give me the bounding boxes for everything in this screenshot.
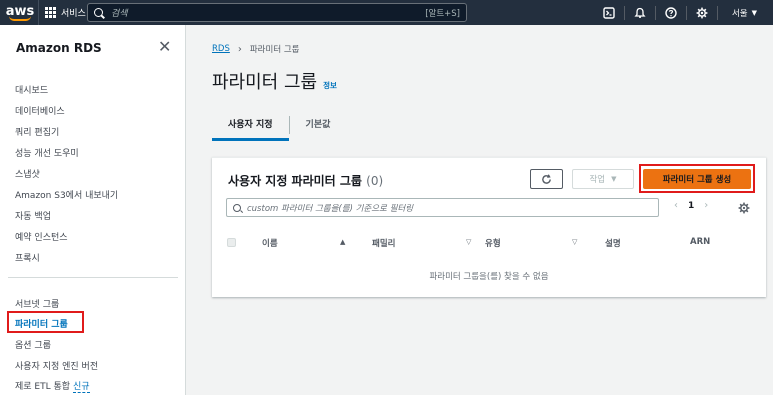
table-header: 이름 ▲ 패밀리 ▽ 유형 ▽ 설명 ARN	[212, 234, 766, 254]
sidebar-title: Amazon RDS	[16, 41, 102, 55]
sidebar-item-performance-insights[interactable]: 성능 개선 도우미	[15, 146, 79, 159]
highlight-box-sidebar	[7, 311, 84, 333]
cloudshell-button[interactable]	[594, 0, 624, 25]
settings-button[interactable]	[687, 0, 717, 25]
cloudshell-icon	[603, 6, 615, 19]
grid-menu-icon	[45, 7, 56, 18]
search-icon	[94, 8, 103, 17]
sidebar-item-automated-backups[interactable]: 자동 백업	[15, 209, 51, 222]
select-all-checkbox[interactable]	[227, 238, 236, 247]
pagination: ‹ 1 ›	[674, 200, 708, 211]
chevron-right-icon: ›	[237, 43, 242, 55]
help-icon	[665, 6, 677, 19]
sidebar-item-label: 제로 ETL 통합	[15, 382, 71, 392]
chevron-right-icon[interactable]: ›	[704, 200, 708, 211]
search-placeholder: 검색	[111, 9, 128, 19]
caret-down-icon: ▼	[611, 175, 617, 183]
global-search-input[interactable]: 검색 [알트+S]	[87, 3, 467, 22]
panel-title: 사용자 지정 파라미터 그룹 (0)	[228, 172, 383, 189]
column-header-arn[interactable]: ARN	[690, 237, 710, 247]
sidebar-item-zero-etl[interactable]: 제로 ETL 통합 신규	[15, 379, 90, 393]
sidebar-item-proxies[interactable]: 프록시	[15, 251, 40, 264]
new-badge: 신규	[73, 382, 90, 393]
empty-state-message: 파라미터 그룹을(를) 찾을 수 없음	[429, 272, 549, 282]
sidebar-item-subnet-groups[interactable]: 서브넷 그룹	[15, 297, 59, 310]
item-count: (0)	[366, 174, 384, 188]
bell-icon	[634, 7, 646, 18]
tab-custom[interactable]: 사용자 지정	[212, 111, 289, 141]
breadcrumb-current: 파라미터 그룹	[249, 45, 300, 55]
services-menu-button[interactable]: 서비스	[39, 0, 92, 25]
top-navigation-bar: aws 서비스 검색 [알트+S] 서울 ▼	[0, 0, 773, 25]
chevron-left-icon[interactable]: ‹	[674, 200, 678, 211]
page-number[interactable]: 1	[688, 201, 694, 211]
refresh-button[interactable]	[530, 169, 563, 189]
column-label: 패밀리	[372, 239, 396, 249]
sidebar-item-query-editor[interactable]: 쿼리 편집기	[15, 125, 59, 138]
sidebar-item-dashboard[interactable]: 대시보드	[15, 83, 48, 96]
help-button[interactable]	[656, 0, 686, 25]
topbar-right-controls: 서울 ▼	[594, 0, 773, 25]
actions-label: 작업	[589, 175, 606, 185]
table-settings-icon[interactable]	[738, 202, 750, 214]
actions-dropdown-button[interactable]: 작업 ▼	[572, 169, 634, 189]
search-shortcut-hint: [알트+S]	[425, 8, 460, 19]
breadcrumb: RDS › 파라미터 그룹	[212, 43, 300, 56]
region-label: 서울	[731, 8, 748, 19]
close-icon[interactable]: ✕	[158, 39, 171, 55]
breadcrumb-rds-link[interactable]: RDS	[212, 44, 230, 54]
sidebar-item-snapshots[interactable]: 스냅샷	[15, 167, 40, 180]
page-title: 파라미터 그룹	[212, 72, 318, 93]
sidebar-item-custom-engine-versions[interactable]: 사용자 지정 엔진 버전	[15, 359, 98, 372]
settings-icon	[696, 7, 708, 18]
column-label: 유형	[485, 239, 501, 249]
column-header-type[interactable]: 유형 ▽	[485, 237, 577, 249]
column-header-family[interactable]: 패밀리 ▽	[372, 237, 471, 249]
page-title-row: 파라미터 그룹 정보	[212, 68, 337, 94]
region-selector[interactable]: 서울 ▼	[718, 7, 773, 19]
sort-ascending-icon: ▲	[340, 238, 346, 246]
info-link[interactable]: 정보	[323, 80, 337, 91]
column-label: 이름	[262, 239, 278, 249]
column-header-description[interactable]: 설명	[605, 237, 621, 249]
caret-down-icon: ▼	[751, 8, 757, 17]
sort-descending-icon: ▽	[572, 238, 578, 246]
sidebar-item-option-groups[interactable]: 옵션 그룹	[15, 338, 51, 351]
column-header-name[interactable]: 이름 ▲	[262, 237, 345, 249]
sidebar-item-s3-exports[interactable]: Amazon S3에서 내보내기	[15, 188, 118, 201]
services-label: 서비스	[61, 9, 86, 19]
filter-input[interactable]: custom 파라미터 그룹을(를) 기준으로 필터링	[226, 198, 659, 217]
sort-descending-icon: ▽	[466, 238, 472, 246]
tab-default[interactable]: 기본값	[290, 111, 347, 136]
aws-logo[interactable]: aws	[2, 0, 38, 25]
sidebar-item-reserved-instances[interactable]: 예약 인스턴스	[15, 230, 68, 243]
highlight-box-create-button	[639, 164, 755, 193]
side-navigation: Amazon RDS ✕ 대시보드 데이터베이스 쿼리 편집기 성능 개선 도우…	[0, 25, 186, 395]
panel-title-text: 사용자 지정 파라미터 그룹	[228, 174, 362, 188]
notifications-button[interactable]	[625, 0, 655, 25]
tab-list: 사용자 지정 기본값	[212, 111, 766, 141]
sidebar-item-databases[interactable]: 데이터베이스	[15, 104, 65, 117]
sidebar-divider	[8, 277, 178, 278]
refresh-icon	[542, 173, 551, 184]
filter-placeholder: custom 파라미터 그룹을(를) 기준으로 필터링	[247, 203, 414, 214]
search-icon	[233, 203, 241, 212]
aws-smile-icon	[9, 16, 31, 21]
